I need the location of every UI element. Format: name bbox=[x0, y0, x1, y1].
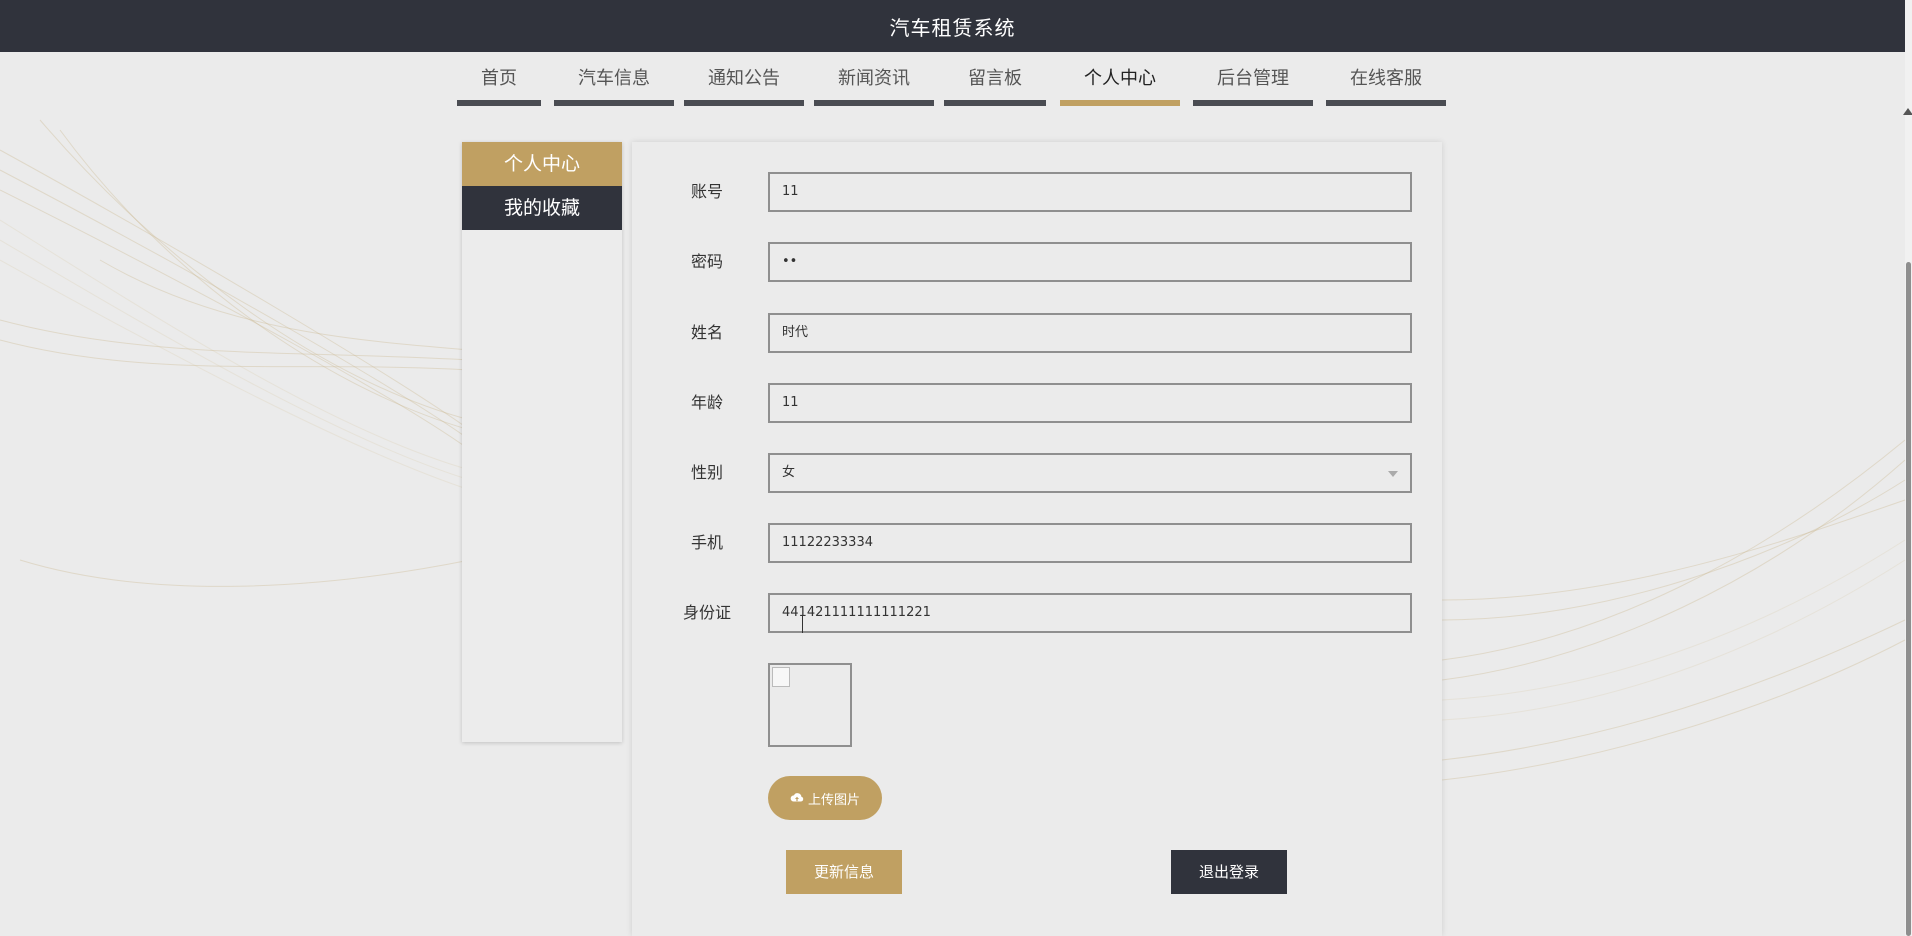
nav-item-support[interactable]: 在线客服 bbox=[1326, 66, 1446, 106]
nav-item-label: 通知公告 bbox=[708, 68, 780, 89]
main-nav: 首页 汽车信息 通知公告 新闻资讯 留言板 个人中心 后台管理 在线客服 bbox=[0, 52, 1905, 116]
avatar-preview bbox=[768, 663, 852, 747]
account-input[interactable]: 11 bbox=[768, 172, 1412, 212]
nav-item-underline bbox=[684, 100, 804, 106]
update-info-button[interactable]: 更新信息 bbox=[786, 850, 902, 894]
nav-item-admin[interactable]: 后台管理 bbox=[1193, 66, 1313, 106]
age-input[interactable]: 11 bbox=[768, 383, 1412, 423]
account-label: 账号 bbox=[690, 182, 723, 201]
id-card-label: 身份证 bbox=[682, 603, 731, 622]
upload-image-button[interactable]: 上传图片 bbox=[768, 776, 882, 820]
phone-input[interactable]: 11122233334 bbox=[768, 523, 1412, 563]
nav-item-label: 个人中心 bbox=[1084, 68, 1156, 89]
gender-selected-value: 女 bbox=[782, 465, 796, 480]
nav-item-label: 新闻资讯 bbox=[838, 68, 910, 89]
broken-image-icon bbox=[772, 667, 790, 687]
text-cursor bbox=[802, 616, 803, 633]
id-card-input[interactable]: 441421111111111221 bbox=[768, 593, 1412, 633]
nav-item-label: 留言板 bbox=[968, 68, 1022, 89]
nav-item-underline bbox=[1060, 100, 1180, 106]
nav-item-underline bbox=[1326, 100, 1446, 106]
nav-item-underline bbox=[944, 100, 1046, 106]
nav-item-profile[interactable]: 个人中心 bbox=[1060, 66, 1180, 106]
logout-button[interactable]: 退出登录 bbox=[1171, 850, 1287, 894]
gender-select[interactable]: 女 bbox=[768, 453, 1412, 493]
scroll-up-arrow-icon[interactable] bbox=[1903, 108, 1912, 115]
nav-item-news[interactable]: 新闻资讯 bbox=[814, 66, 934, 106]
nav-item-underline bbox=[1193, 100, 1313, 106]
upload-label: 上传图片 bbox=[807, 792, 860, 808]
chevron-down-icon bbox=[1388, 471, 1398, 477]
nav-item-label: 后台管理 bbox=[1217, 68, 1289, 89]
age-label: 年龄 bbox=[690, 393, 723, 412]
nav-item-notices[interactable]: 通知公告 bbox=[684, 66, 804, 106]
nav-item-underline bbox=[457, 100, 541, 106]
scrollbar-thumb[interactable] bbox=[1906, 262, 1911, 936]
nav-item-underline bbox=[814, 100, 934, 106]
name-input[interactable]: 时代 bbox=[768, 313, 1412, 353]
cloud-upload-icon bbox=[790, 793, 804, 802]
nav-item-underline bbox=[554, 100, 674, 106]
nav-item-home[interactable]: 首页 bbox=[457, 66, 541, 106]
phone-label: 手机 bbox=[690, 533, 723, 552]
nav-item-label: 首页 bbox=[481, 68, 517, 89]
nav-item-label: 汽车信息 bbox=[578, 68, 650, 89]
sidebar: 个人中心 我的收藏 bbox=[462, 142, 622, 742]
profile-form-panel: 账号 11 密码 •• 姓名 时代 年龄 11 性别 女 手机 11122233… bbox=[632, 142, 1442, 936]
sidebar-item-favorites[interactable]: 我的收藏 bbox=[462, 186, 622, 230]
nav-item-label: 在线客服 bbox=[1350, 68, 1422, 89]
name-label: 姓名 bbox=[690, 323, 723, 342]
password-label: 密码 bbox=[690, 252, 723, 271]
app-title: 汽车租赁系统 bbox=[889, 15, 1016, 40]
nav-item-cars[interactable]: 汽车信息 bbox=[554, 66, 674, 106]
sidebar-item-profile[interactable]: 个人中心 bbox=[462, 142, 622, 186]
gender-label: 性别 bbox=[690, 463, 723, 482]
nav-item-messages[interactable]: 留言板 bbox=[944, 66, 1046, 106]
app-header: 汽车租赁系统 bbox=[0, 0, 1905, 52]
password-input[interactable]: •• bbox=[768, 242, 1412, 282]
